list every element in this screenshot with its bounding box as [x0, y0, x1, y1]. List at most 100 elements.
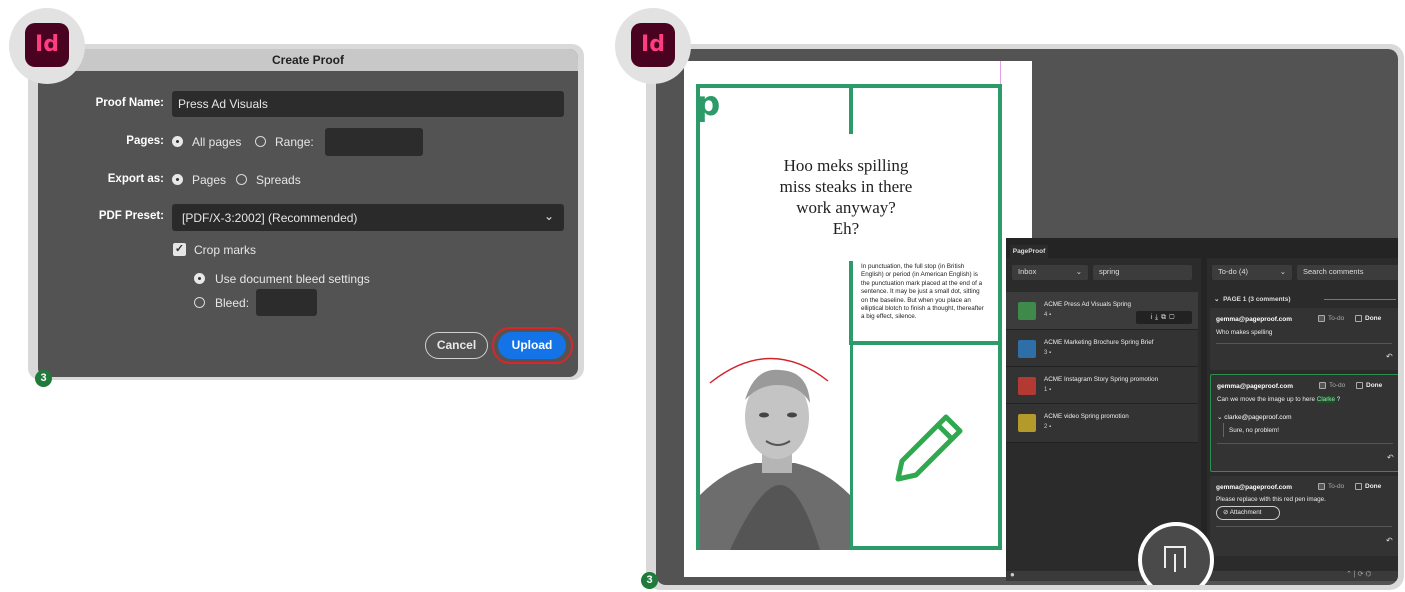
indesign-app-icon: Id [631, 23, 675, 67]
mention-tag[interactable]: Clarke [1316, 396, 1335, 403]
crop-marks-checkbox[interactable]: ✓ [173, 243, 186, 256]
list-item[interactable]: ACME Marketing Brochure Spring Brief 3 ▪ [1006, 330, 1198, 367]
paperclip-icon: ⊘ [1223, 509, 1229, 516]
logo-p: p [696, 84, 721, 124]
comment-text: Please replace with this red pen image. [1216, 496, 1326, 503]
frame-divider-top [849, 84, 853, 134]
reply-icon[interactable]: ↶ [1386, 536, 1393, 545]
proof-name-label: Proof Name: [95, 97, 164, 109]
todo-filter-dropdown[interactable]: To-do (4) ⌄ [1212, 265, 1292, 280]
indesign-window: p Hoo meks spilling miss steaks in there… [656, 49, 1398, 585]
reply-thread-line [1223, 423, 1224, 437]
proof-search-input[interactable]: spring [1093, 265, 1192, 280]
done-checkbox[interactable] [1355, 483, 1362, 490]
pages-label: Pages: [126, 135, 164, 147]
pdf-preset-value: [PDF/X-3:2002] (Recommended) [182, 211, 358, 225]
headline-line-2: miss steaks in there [779, 177, 913, 196]
reply-icon[interactable]: ↶ [1386, 352, 1393, 361]
headline-line-4: Eh? [832, 219, 860, 238]
done-checkbox[interactable] [1355, 315, 1362, 322]
portrait-image [700, 345, 850, 550]
todo-checkbox[interactable] [1319, 382, 1326, 389]
pencil-icon [895, 414, 963, 482]
proof-actions[interactable]: i⤓⧉▢ [1136, 311, 1192, 324]
reply-icon[interactable]: ↶ [1387, 453, 1394, 462]
use-bleed-label: Use document bleed settings [215, 272, 370, 286]
chevron-down-icon: ⌄ [1075, 267, 1082, 276]
export-spreads-radio[interactable] [236, 174, 247, 185]
cancel-button[interactable]: Cancel [425, 332, 488, 359]
pdf-preset-select[interactable]: [PDF/X-3:2002] (Recommended) ⌄ [172, 204, 564, 231]
proof-title: ACME video Spring promotion [1044, 413, 1129, 420]
bleed-input[interactable] [256, 289, 317, 316]
pageproof-panel: PageProof Inbox ⌄ spring ACME Press Ad V… [1006, 238, 1398, 585]
range-radio[interactable] [255, 136, 266, 147]
export-pages-radio[interactable] [172, 174, 183, 185]
chevron-down-icon: ⌄ [543, 209, 554, 223]
user-icon[interactable]: ● [1010, 570, 1015, 579]
image-icon [1018, 340, 1036, 358]
todo-filter-label: To-do (4) [1218, 267, 1249, 276]
comment-author: gemma@pageproof.com [1216, 316, 1293, 323]
pdf-preset-label: PDF Preset: [98, 210, 164, 222]
range-input[interactable] [325, 128, 423, 156]
todo-label: To-do [1328, 483, 1345, 490]
reply-text: Sure, no problem! [1229, 427, 1280, 434]
toolbar-icons[interactable]: ⌃ | ⟳ ⌬ [1346, 570, 1372, 578]
done-label: Done [1365, 315, 1382, 322]
reply-author: ⌄ clarke@pageproof.com [1217, 414, 1292, 421]
todo-checkbox[interactable] [1318, 315, 1325, 322]
divider [1216, 526, 1392, 527]
comment-author: gemma@pageproof.com [1216, 484, 1293, 491]
bleed-radio[interactable] [194, 297, 205, 308]
proof-count: 2 ▪ [1044, 424, 1052, 430]
list-item[interactable]: ACME Press Ad Visuals Spring 4 ▪ i⤓⧉▢ [1006, 292, 1198, 330]
proof-name-input[interactable]: Press Ad Visuals [172, 91, 564, 117]
headline: Hoo meks spilling miss steaks in there w… [746, 155, 946, 239]
proof-search-value: spring [1099, 267, 1120, 276]
todo-checkbox[interactable] [1318, 483, 1325, 490]
tab-pageproof[interactable]: PageProof [1010, 245, 1048, 258]
export-spreads-label: Spreads [256, 173, 301, 187]
frame-right [998, 84, 1002, 550]
proof-count: 1 ▪ [1044, 387, 1052, 393]
indesign-app-icon: Id [25, 23, 69, 67]
all-pages-label: All pages [192, 135, 242, 149]
comment-author: gemma@pageproof.com [1217, 383, 1294, 390]
done-label: Done [1366, 382, 1383, 389]
list-item[interactable]: ACME video Spring promotion 2 ▪ [1006, 404, 1198, 443]
divider [1324, 299, 1396, 300]
panel-tabbar [1006, 238, 1398, 258]
comment-text: Can we move the image up to here Clarke … [1217, 396, 1341, 403]
export-as-label: Export as: [107, 173, 164, 185]
attachment-button[interactable]: ⊘ Attachment [1216, 506, 1280, 520]
proof-title: ACME Press Ad Visuals Spring [1044, 301, 1132, 308]
image-icon [1018, 302, 1036, 320]
upload-arrow-stem [1174, 554, 1176, 572]
all-pages-radio[interactable] [172, 136, 183, 147]
upload-button[interactable]: Upload [498, 332, 566, 359]
comment-card[interactable]: gemma@pageproof.com To-do Done Who makes… [1210, 308, 1398, 370]
list-item[interactable]: ACME Instagram Story Spring promotion 1 … [1006, 367, 1198, 404]
todo-label: To-do [1329, 382, 1346, 389]
comment-card[interactable]: gemma@pageproof.com To-do Done Please re… [1210, 476, 1398, 556]
use-bleed-radio[interactable] [194, 273, 205, 284]
headline-line-1: Hoo meks spilling [783, 156, 909, 175]
headline-line-3: work anyway? [796, 198, 896, 217]
search-comments-placeholder: Search comments [1303, 267, 1364, 276]
body-copy: In punctuation, the full stop (in Britis… [861, 263, 984, 321]
inbox-dropdown[interactable]: Inbox ⌄ [1012, 265, 1088, 280]
dialog-title: Create Proof [38, 49, 578, 71]
create-proof-dialog: Create Proof Proof Name: Press Ad Visual… [38, 49, 578, 377]
crop-marks-label: Crop marks [194, 243, 257, 257]
proof-title: ACME Marketing Brochure Spring Brief [1044, 339, 1154, 346]
search-comments-input[interactable]: Search comments [1297, 265, 1398, 280]
divider [1217, 443, 1393, 444]
page-header[interactable]: ⌄ PAGE 1 (3 comments) [1214, 295, 1291, 303]
done-checkbox[interactable] [1356, 382, 1363, 389]
comment-card-selected[interactable]: gemma@pageproof.com To-do Done Can we mo… [1210, 374, 1398, 472]
range-label: Range: [275, 135, 314, 149]
todo-label: To-do [1328, 315, 1345, 322]
step-number-badge: 3 [35, 370, 52, 387]
done-label: Done [1365, 483, 1382, 490]
